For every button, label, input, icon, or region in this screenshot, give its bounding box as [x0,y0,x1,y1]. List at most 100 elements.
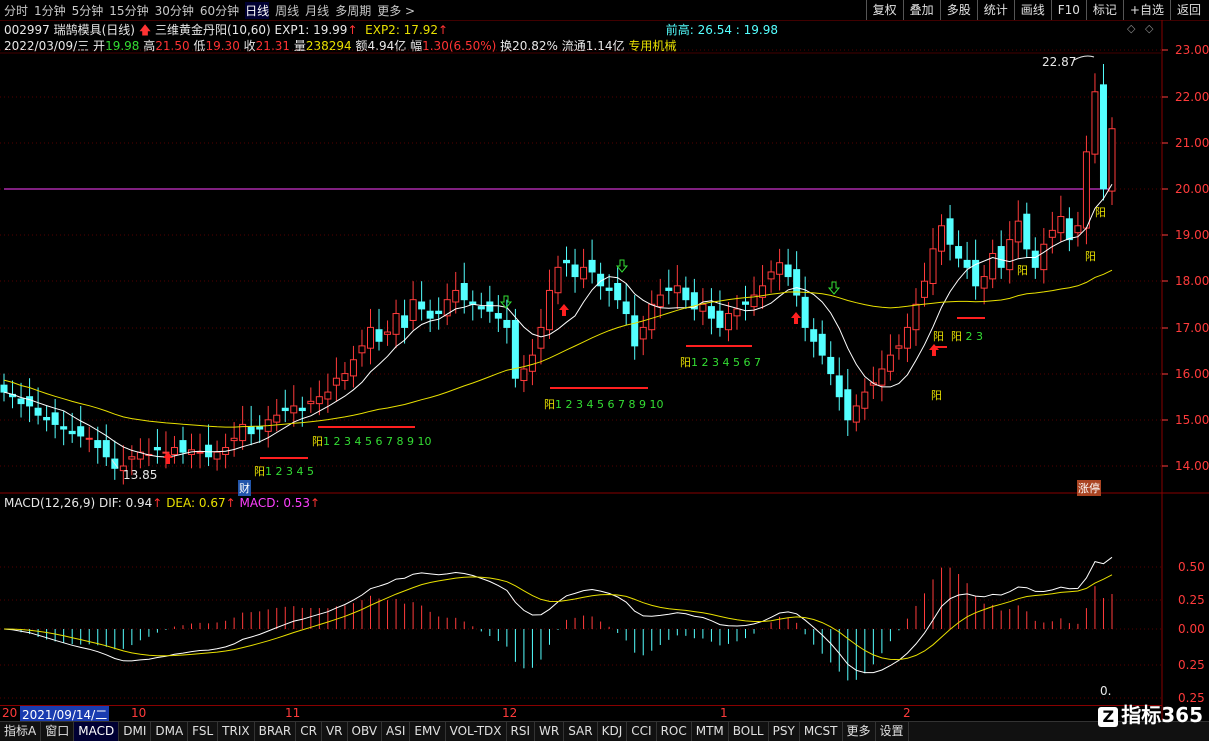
candle-body [26,396,34,407]
indicator-tab-14[interactable]: RSI [507,722,536,741]
candle-body [614,283,622,301]
candle-body [418,301,426,310]
candle-body [366,326,374,349]
kline-chart[interactable] [0,0,1209,740]
indicator-tab-23[interactable]: MCST [800,722,843,741]
indicator-tab-5[interactable]: FSL [188,722,219,741]
candle-body [707,306,715,319]
indicator-tab-9[interactable]: VR [322,722,348,741]
candle-body [571,264,579,278]
candle-body [315,396,323,405]
candle-body [963,259,971,268]
candle-body [742,301,750,305]
price-tick: 14.00 [1175,459,1209,473]
price-tick: 17.00 [1175,321,1209,335]
indicator-tab-4[interactable]: DMA [151,722,189,741]
price-tick: 15.00 [1175,413,1209,427]
candle-body [622,301,630,315]
indicator-tab-18[interactable]: CCI [627,722,657,741]
candle-body [818,333,826,356]
dea-value: DEA: 0.67 [166,496,226,510]
candle-body [1082,151,1090,229]
candle-body [903,326,911,349]
candle-body [886,354,894,372]
macd-name[interactable]: MACD(12,26,9) [4,496,95,510]
indicator-tab-17[interactable]: KDJ [598,722,628,741]
min-price-label: 13.85 [123,468,158,482]
indicator-tab-13[interactable]: VOL-TDX [446,722,507,741]
candle-body [784,264,792,278]
indicator-tab-10[interactable]: OBV [348,722,383,741]
indicator-tab-12[interactable]: EMV [410,722,446,741]
candle-body [77,426,85,437]
candle-body [460,283,468,301]
indicator-tab-25[interactable]: 设置 [876,722,909,741]
candle-body [801,296,809,328]
candle-body [520,368,528,382]
indicator-tab-21[interactable]: BOLL [729,722,769,741]
candle-body [102,440,110,458]
indicator-tab-6[interactable]: TRIX [218,722,255,741]
candle-body [213,451,221,460]
candle-body [835,375,843,398]
indicator-tab-3[interactable]: DMI [119,722,152,741]
candle-body [324,391,332,400]
candle-body [0,384,8,393]
candle-body [247,426,255,435]
candle-body [68,430,76,435]
candle-body [332,377,340,386]
candle-body [60,426,68,430]
candle-body [878,368,886,386]
signal-label: 阳1 2 3 4 5 6 7 [680,354,761,370]
signal-count: 1 2 3 4 5 6 7 8 9 10 [323,435,432,448]
limit-up-badge[interactable]: 涨停 [1077,480,1101,496]
signal-yang: 阳 [1085,250,1096,263]
candle-body [85,437,93,440]
indicator-tab-22[interactable]: PSY [769,722,800,741]
candle-body [1031,250,1039,268]
signal-label: 阳 [933,328,944,344]
candle-body [1057,216,1065,234]
candle-body [486,301,494,312]
signal-label: 阳 [1095,204,1106,220]
candle-body [196,451,204,454]
signal-label: 阳 [1017,262,1028,278]
indicator-tab-2[interactable]: MACD [74,722,120,741]
indicator-tab-24[interactable]: 更多 [843,722,876,741]
candle-body [554,266,562,294]
indicator-tab-16[interactable]: SAR [564,722,598,741]
signal-yang: 阳 [1017,264,1028,277]
indicator-tab-11[interactable]: ASI [382,722,411,741]
sell-arrow-icon [615,259,629,273]
candle-body [205,444,213,458]
candle-body [588,259,596,273]
candle-body [298,407,306,412]
candle-body [631,315,639,347]
buy-arrow-icon [559,304,569,316]
candle-body [955,246,963,259]
indicator-tab-1[interactable]: 窗口 [41,722,75,741]
month-label: 10 [131,706,147,720]
candle-body [384,331,392,335]
indicator-tab-15[interactable]: WR [535,722,565,741]
month-label: 1 [720,706,728,720]
buy-arrow-icon [791,312,801,324]
candle-body [1074,225,1082,234]
candle-body [793,269,801,296]
candle-body [1006,239,1014,271]
indicator-tab-0[interactable]: 指标A [0,722,42,741]
indicator-tab-19[interactable]: ROC [657,722,692,741]
candle-body [656,294,664,308]
price-tick: 21.00 [1175,136,1209,150]
candle-body [980,276,988,289]
indicator-tab-8[interactable]: CR [296,722,322,741]
signal-yang: 阳 [951,330,962,343]
ma-short-line [3,183,1113,458]
candle-body [153,447,161,451]
indicator-tab-20[interactable]: MTM [692,722,729,741]
macd-tick: 0.25 [1178,658,1205,672]
financial-report-badge[interactable]: 财 [238,480,251,496]
candle-body [1065,218,1073,241]
candle-body [563,259,571,264]
indicator-tab-7[interactable]: BRAR [255,722,297,741]
